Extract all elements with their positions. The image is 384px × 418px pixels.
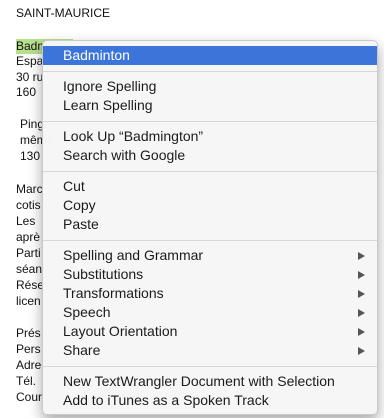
menu-item-cut[interactable]: Cut	[43, 177, 377, 196]
submenu-arrow-icon	[358, 347, 365, 355]
menu-item-label: Substitutions	[63, 266, 144, 282]
menu-item-label: Transformations	[63, 285, 164, 301]
menu-item-add-to-itunes-as-a-spoken-track[interactable]: Add to iTunes as a Spoken Track	[43, 391, 377, 410]
menu-item-label: Spelling and Grammar	[63, 247, 204, 263]
menu-separator	[43, 121, 377, 122]
menu-item-label: Share	[63, 342, 101, 358]
doc-line-title: SAINT-MAURICE	[16, 6, 111, 20]
doc-line: Pers	[16, 342, 41, 356]
menu-item-label: Speech	[63, 304, 111, 320]
menu-item-label: Search with Google	[63, 147, 186, 163]
menu-item-ignore-spelling[interactable]: Ignore Spelling	[43, 77, 377, 96]
submenu-arrow-icon	[358, 252, 365, 260]
menu-separator	[43, 366, 377, 367]
menu-item-label: Cut	[63, 178, 85, 194]
doc-line: Tél.	[16, 374, 37, 388]
submenu-arrow-icon	[358, 328, 365, 336]
menu-item-new-textwrangler-document-with-selection[interactable]: New TextWrangler Document with Selection	[43, 372, 377, 391]
submenu-arrow-icon	[358, 309, 365, 317]
menu-item-share[interactable]: Share	[43, 341, 377, 360]
menu-item-speech[interactable]: Speech	[43, 303, 377, 322]
menu-item-look-up-badmington[interactable]: Look Up “Badmington”	[43, 127, 377, 146]
doc-line: Cour	[16, 390, 43, 404]
doc-line: Rése	[16, 278, 45, 292]
doc-line: Marc	[16, 182, 43, 196]
menu-item-label: Learn Spelling	[63, 97, 153, 113]
menu-item-label: New TextWrangler Document with Selection	[63, 373, 335, 389]
submenu-arrow-icon	[358, 290, 365, 298]
doc-line: cotis	[16, 198, 41, 212]
menu-item-label: Paste	[63, 216, 99, 232]
menu-separator	[43, 240, 377, 241]
doc-line: Espa	[16, 54, 44, 68]
doc-line: Prés	[16, 326, 41, 340]
menu-item-label: Layout Orientation	[63, 323, 178, 339]
doc-line: Ping	[20, 117, 45, 131]
doc-line: licen	[16, 294, 41, 308]
menu-separator	[43, 171, 377, 172]
menu-item-spelling-and-grammar[interactable]: Spelling and Grammar	[43, 246, 377, 265]
menu-item-layout-orientation[interactable]: Layout Orientation	[43, 322, 377, 341]
menu-item-search-with-google[interactable]: Search with Google	[43, 146, 377, 165]
doc-line: Les	[16, 214, 36, 228]
menu-item-copy[interactable]: Copy	[43, 196, 377, 215]
doc-line: aprè	[16, 230, 41, 244]
menu-item-label: Badminton	[63, 47, 130, 63]
doc-line: Adre	[16, 358, 42, 372]
menu-item-transformations[interactable]: Transformations	[43, 284, 377, 303]
context-menu: Badminton Ignore Spelling Learn Spelling Lo…	[42, 40, 378, 415]
doc-line: séan	[16, 262, 43, 276]
doc-line: Parti	[16, 246, 41, 260]
doc-line: 30 ru	[16, 70, 44, 84]
doc-line: 160	[16, 85, 37, 99]
submenu-arrow-icon	[358, 271, 365, 279]
menu-item-substitutions[interactable]: Substitutions	[43, 265, 377, 284]
menu-item-badminton[interactable]: Badminton	[43, 46, 377, 65]
menu-item-label: Add to iTunes as a Spoken Track	[63, 392, 269, 408]
menu-item-paste[interactable]: Paste	[43, 215, 377, 234]
menu-item-label: Look Up “Badmington”	[63, 128, 204, 144]
menu-item-label: Ignore Spelling	[63, 78, 157, 94]
doc-line: 130	[20, 149, 41, 163]
menu-item-learn-spelling[interactable]: Learn Spelling	[43, 96, 377, 115]
menu-separator	[43, 71, 377, 72]
menu-item-label: Copy	[63, 197, 96, 213]
